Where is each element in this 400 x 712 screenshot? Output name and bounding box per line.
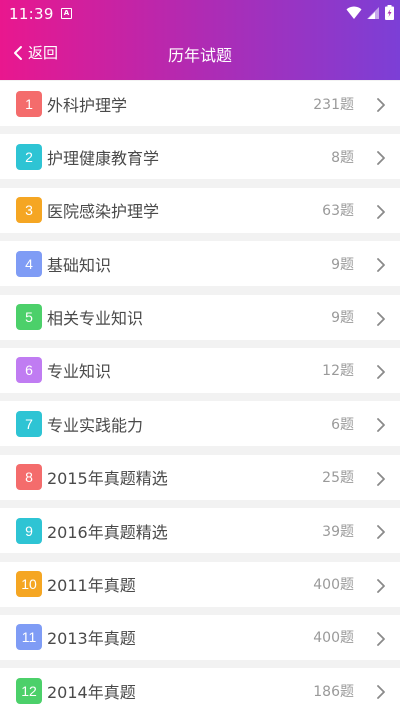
item-count: 186题	[313, 683, 354, 700]
list-item[interactable]: 7 专业实践能力 6题	[0, 401, 400, 447]
index-badge: 5	[16, 304, 42, 331]
item-count: 25题	[322, 470, 354, 487]
list-item[interactable]: 4 基础知识 9题	[0, 241, 400, 287]
status-icons	[346, 5, 394, 20]
list-item[interactable]: 11 2013年真题 400题	[0, 614, 400, 660]
item-title: 医院感染护理学	[47, 202, 160, 222]
item-count: 63题	[322, 203, 354, 220]
chevron-right-icon	[377, 632, 385, 646]
chevron-right-icon	[377, 258, 385, 273]
page-title: 历年试题	[167, 46, 232, 65]
item-count: 6题	[331, 416, 354, 433]
back-button[interactable]: 返回	[12, 42, 58, 63]
list-item[interactable]: 6 专业知识 12题	[0, 347, 400, 393]
item-title: 外科护理学	[47, 95, 128, 115]
list-item[interactable]: 9 2016年真题精选 39题	[0, 508, 400, 554]
index-badge: 4	[16, 250, 42, 277]
nav-bar: 返回 历年试题	[0, 28, 400, 80]
item-count: 8题	[331, 149, 354, 166]
chevron-left-icon	[14, 45, 22, 60]
index-badge: 7	[16, 410, 42, 437]
battery-icon	[385, 5, 394, 20]
notification-icon: A	[61, 8, 72, 19]
item-title: 相关专业知识	[47, 309, 144, 329]
wifi-icon	[346, 6, 362, 19]
item-count: 231题	[313, 96, 354, 113]
item-count: 39题	[322, 523, 354, 540]
item-title: 基础知识	[47, 255, 112, 275]
index-badge: 1	[16, 90, 42, 117]
item-count: 9题	[331, 256, 354, 273]
chevron-right-icon	[377, 685, 385, 700]
list-item[interactable]: 5 相关专业知识 9题	[0, 294, 400, 340]
chevron-right-icon	[377, 204, 385, 219]
chevron-right-icon	[377, 525, 385, 540]
item-title: 护理健康教育学	[47, 148, 160, 168]
index-badge: 8	[16, 464, 42, 491]
chevron-right-icon	[377, 98, 385, 112]
chevron-right-icon	[377, 365, 385, 379]
app-header: 11:39 A 返回 历年试题	[0, 0, 400, 80]
status-bar: 11:39 A	[0, 0, 400, 28]
item-title: 2015年真题精选	[47, 469, 168, 489]
list-item[interactable]: 10 2011年真题 400题	[0, 561, 400, 607]
chevron-right-icon	[377, 151, 385, 166]
item-count: 12题	[322, 363, 354, 380]
list-item[interactable]: 3 医院感染护理学 63题	[0, 187, 400, 233]
index-badge: 10	[16, 571, 42, 598]
index-badge: 11	[16, 624, 42, 651]
chevron-right-icon	[377, 471, 385, 486]
index-badge: 12	[16, 677, 42, 704]
chevron-right-icon	[377, 578, 385, 593]
list-item[interactable]: 2 护理健康教育学 8题	[0, 134, 400, 180]
item-title: 2013年真题	[47, 629, 136, 649]
exam-list: 1 外科护理学 231题 2 护理健康教育学 8题 3 医院感染护理学 63题 4 基础知识 9题 5 相…	[0, 80, 400, 712]
index-badge: 9	[16, 517, 42, 544]
chevron-right-icon	[377, 418, 385, 433]
index-badge: 6	[16, 357, 42, 384]
status-time: 11:39	[9, 5, 54, 23]
item-count: 9题	[331, 310, 354, 327]
item-title: 专业实践能力	[47, 415, 144, 435]
item-title: 2016年真题精选	[47, 522, 168, 542]
list-item[interactable]: 1 外科护理学 231题	[0, 81, 400, 126]
back-label: 返回	[28, 44, 59, 62]
chevron-right-icon	[377, 311, 385, 326]
signal-icon	[367, 6, 379, 19]
index-badge: 3	[16, 197, 42, 224]
index-badge: 2	[16, 143, 42, 170]
item-count: 400题	[313, 630, 354, 647]
item-title: 2014年真题	[47, 682, 136, 702]
list-item[interactable]: 12 2014年真题 186题	[0, 668, 400, 712]
item-count: 400题	[313, 577, 354, 594]
item-title: 专业知识	[47, 362, 112, 382]
list-item[interactable]: 8 2015年真题精选 25题	[0, 454, 400, 500]
item-title: 2011年真题	[47, 576, 136, 596]
